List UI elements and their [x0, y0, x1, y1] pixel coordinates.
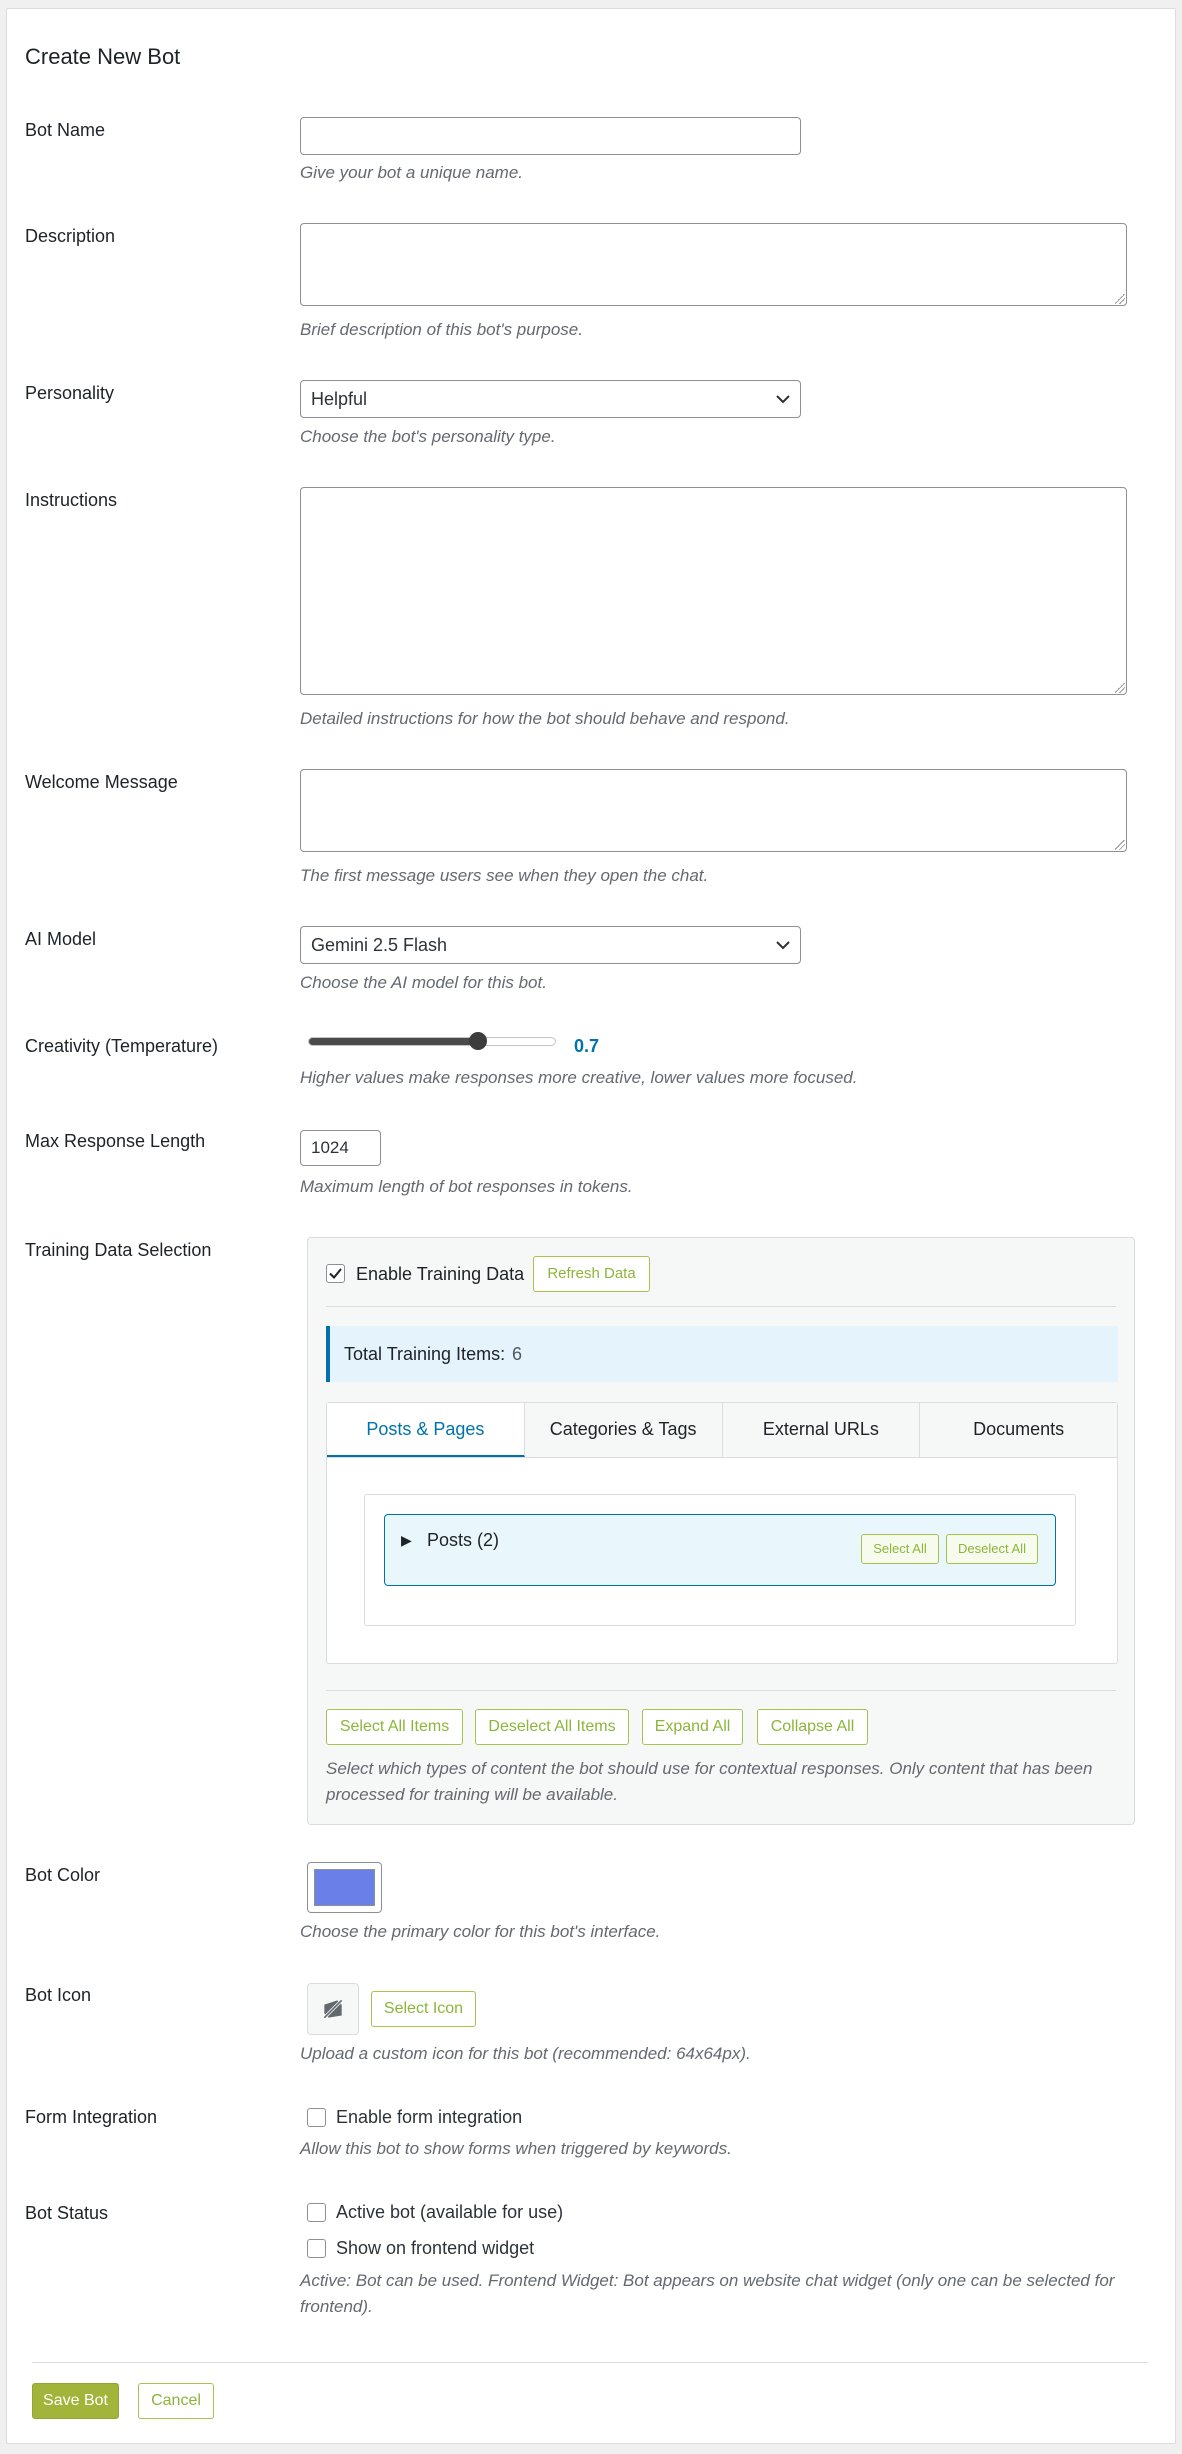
bot-icon-help: Upload a custom icon for this bot (recom… — [300, 2044, 751, 2063]
resize-grip-icon[interactable] — [1115, 683, 1125, 693]
temperature-value: 0.7 — [574, 1036, 600, 1056]
page-title: Create New Bot — [25, 44, 181, 69]
resize-grip-icon[interactable] — [1115, 294, 1125, 304]
refresh-data-button[interactable]: Refresh Data — [533, 1256, 650, 1292]
description-help: Brief description of this bot's purpose. — [300, 320, 583, 339]
divider — [326, 1306, 1116, 1307]
deselect-all-items-button[interactable]: Deselect All Items — [475, 1709, 629, 1745]
bot-name-input[interactable] — [300, 117, 801, 155]
select-all-items-button[interactable]: Select All Items — [326, 1709, 463, 1745]
description-wrap — [300, 223, 1127, 306]
ai-model-label: AI Model — [25, 929, 97, 949]
max-length-input[interactable] — [300, 1130, 381, 1166]
bot-icon-label: Bot Icon — [25, 1985, 92, 2005]
bot-status-help: Active: Bot can be used. Frontend Widget… — [300, 2271, 1115, 2316]
training-panel: Enable Training Data Refresh Data Total … — [307, 1237, 1135, 1825]
chevron-down-icon — [776, 941, 790, 950]
instructions-wrap — [300, 487, 1127, 695]
form-integration-checkbox[interactable] — [307, 2108, 326, 2127]
select-icon-button[interactable]: Select Icon — [371, 1991, 476, 2027]
posts-group-label[interactable]: Posts (2) — [427, 1530, 499, 1551]
description-textarea[interactable] — [300, 223, 1127, 306]
bot-color-picker[interactable] — [307, 1862, 382, 1913]
form-integration-help: Allow this bot to show forms when trigge… — [300, 2139, 732, 2158]
training-total-label: Total Training Items: — [344, 1344, 506, 1364]
posts-group: ▶ Posts (2) Select All Deselect All — [384, 1514, 1056, 1586]
max-length-help: Maximum length of bot responses in token… — [300, 1177, 633, 1196]
active-bot-label[interactable]: Active bot (available for use) — [336, 2202, 563, 2223]
description-label: Description — [25, 226, 116, 246]
posts-pages-panel: ▶ Posts (2) Select All Deselect All — [364, 1494, 1076, 1626]
tab-categories-tags[interactable]: Categories & Tags — [524, 1403, 723, 1457]
ai-model-select[interactable]: Gemini 2.5 Flash — [300, 926, 801, 964]
personality-value: Helpful — [311, 389, 368, 409]
temperature-slider-thumb[interactable] — [468, 1032, 487, 1050]
checkmark-icon — [329, 1268, 342, 1279]
frontend-widget-label[interactable]: Show on frontend widget — [336, 2238, 534, 2259]
frontend-widget-checkbox[interactable] — [307, 2239, 326, 2258]
tab-bar: Posts & Pages Categories & Tags External… — [327, 1403, 1117, 1458]
welcome-textarea[interactable] — [300, 769, 1127, 852]
bot-icon-preview — [307, 1983, 359, 2035]
cancel-button[interactable]: Cancel — [138, 2383, 214, 2419]
training-total-value: 6 — [512, 1344, 523, 1364]
personality-help: Choose the bot's personality type. — [300, 427, 556, 446]
no-image-icon — [322, 1998, 344, 2020]
tab-documents[interactable]: Documents — [920, 1403, 1117, 1457]
chevron-down-icon — [776, 395, 790, 404]
temperature-help: Higher values make responses more creati… — [300, 1068, 858, 1087]
bot-color-help: Choose the primary color for this bot's … — [300, 1922, 661, 1941]
ai-model-help: Choose the AI model for this bot. — [300, 973, 547, 992]
bot-status-label: Bot Status — [25, 2203, 109, 2223]
form-integration-checkbox-label[interactable]: Enable form integration — [336, 2107, 522, 2128]
welcome-wrap — [300, 769, 1127, 852]
active-bot-checkbox[interactable] — [307, 2203, 326, 2222]
bot-color-label: Bot Color — [25, 1865, 101, 1885]
tab-posts-pages[interactable]: Posts & Pages — [327, 1403, 525, 1457]
bot-form-card — [6, 8, 1176, 2444]
welcome-label: Welcome Message — [25, 772, 178, 792]
temperature-slider-track[interactable] — [308, 1032, 556, 1050]
bot-name-help: Give your bot a unique name. — [300, 163, 524, 182]
temperature-slider-fill — [309, 1038, 478, 1045]
ai-model-value: Gemini 2.5 Flash — [311, 935, 448, 955]
temperature-label: Creativity (Temperature) — [25, 1036, 219, 1056]
training-label: Training Data Selection — [25, 1240, 212, 1260]
welcome-help: The first message users see when they op… — [300, 866, 709, 885]
divider — [326, 1690, 1116, 1691]
enable-training-checkbox[interactable] — [326, 1264, 345, 1283]
personality-select[interactable]: Helpful — [300, 380, 801, 418]
personality-label: Personality — [25, 383, 115, 403]
training-total-notice: Total Training Items: 6 — [326, 1326, 1118, 1382]
expand-arrow-icon[interactable]: ▶ — [401, 1532, 412, 1549]
instructions-help: Detailed instructions for how the bot sh… — [300, 709, 790, 728]
save-bot-button[interactable]: Save Bot — [32, 2383, 119, 2419]
training-help: Select which types of content the bot sh… — [326, 1759, 1093, 1804]
instructions-textarea[interactable] — [300, 487, 1127, 695]
form-integration-label: Form Integration — [25, 2107, 158, 2127]
instructions-label: Instructions — [25, 490, 118, 510]
posts-deselect-all-button[interactable]: Deselect All — [946, 1534, 1038, 1564]
expand-all-button[interactable]: Expand All — [642, 1709, 743, 1745]
resize-grip-icon[interactable] — [1115, 840, 1125, 850]
tab-external-urls[interactable]: External URLs — [722, 1403, 921, 1457]
training-tabs-box: Posts & Pages Categories & Tags External… — [326, 1402, 1118, 1664]
bot-name-label: Bot Name — [25, 120, 106, 140]
posts-select-all-button[interactable]: Select All — [861, 1534, 939, 1564]
bot-color-swatch — [314, 1869, 375, 1906]
collapse-all-button[interactable]: Collapse All — [757, 1709, 868, 1745]
max-length-label: Max Response Length — [25, 1131, 206, 1151]
enable-training-label: Enable Training Data — [356, 1264, 525, 1284]
footer-divider — [32, 2362, 1148, 2363]
